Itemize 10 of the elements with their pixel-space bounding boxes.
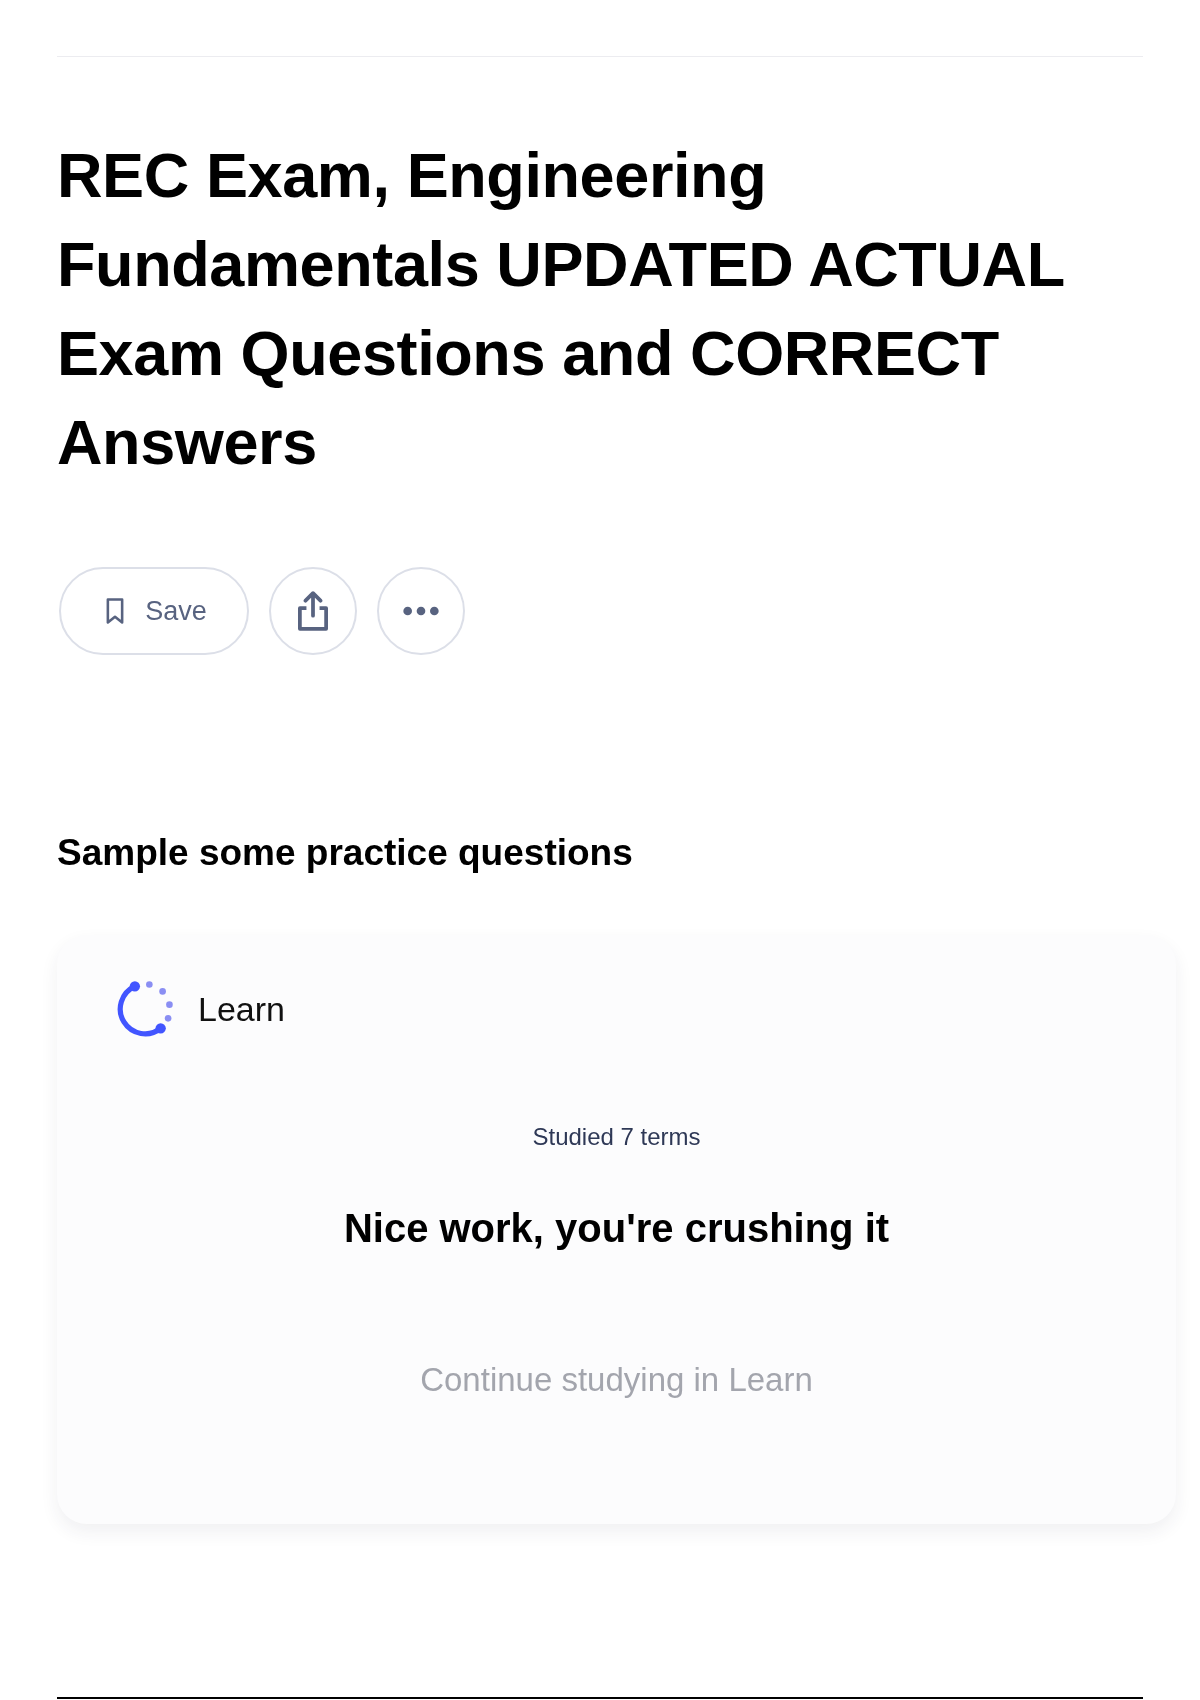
bookmark-icon [105, 598, 126, 624]
section-heading: Sample some practice questions [57, 831, 634, 875]
share-icon [298, 591, 328, 631]
message-text: Nice work, you're crushing it [343, 1205, 890, 1252]
mode-label: Learn [198, 989, 285, 1029]
learn-icon [116, 980, 174, 1038]
page-title: REC Exam, Engineering Fundamentals UPDATED ACTUAL Exam Questions and CORRECT Answers [57, 139, 1065, 479]
save-button[interactable]: Save [59, 567, 249, 655]
more-icon [402, 606, 440, 616]
progress-text: Studied 7 terms [532, 1122, 701, 1152]
